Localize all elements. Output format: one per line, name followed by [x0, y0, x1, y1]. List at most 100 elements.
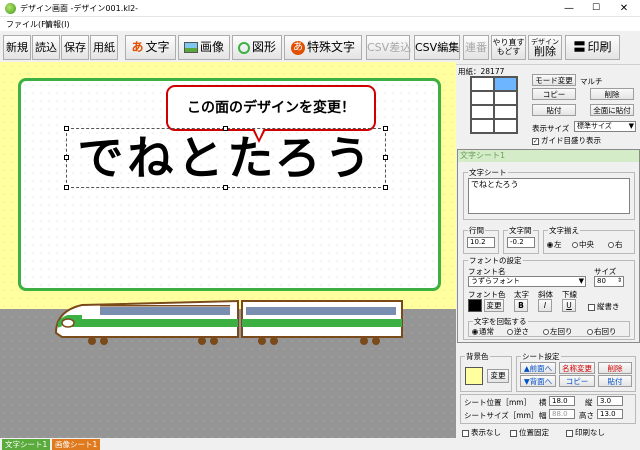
resize-handle[interactable] [383, 185, 388, 190]
tab-text-sheet-1[interactable]: 文字シート1 [2, 439, 51, 450]
no-print-checkbox[interactable]: 印刷なし [566, 427, 605, 438]
resize-handle[interactable] [64, 126, 69, 131]
undo-button[interactable]: もどす [492, 47, 525, 56]
csv-edit-button[interactable]: CSV編集 [414, 35, 460, 60]
font-name-select[interactable]: うずらフォント ▼ [468, 276, 586, 287]
height-input[interactable]: 13.0 [597, 409, 623, 419]
print-button[interactable]: 〓印刷 [565, 35, 620, 60]
close-button[interactable]: ✕ [610, 1, 638, 16]
redo-button[interactable]: やり直す [492, 38, 525, 47]
char-spacing-input[interactable]: -0.2 [507, 237, 535, 248]
pos-y-input[interactable]: 3.0 [597, 396, 623, 406]
layout-cell[interactable] [471, 91, 494, 105]
sheet-settings-label: シート設定 [521, 351, 561, 362]
layout-cell[interactable] [471, 119, 494, 133]
sheet-settings-group: シート設定 ▲前面へ ▼背面へ 名称変更 コピー 削除 貼付 [516, 351, 636, 392]
font-color-change-button[interactable]: 変更 [484, 299, 504, 312]
sheet-text[interactable]: でねとたろう [66, 130, 386, 186]
rotate-right-radio[interactable]: 右回り [587, 326, 617, 337]
chevron-down-icon: ▼ [628, 122, 634, 130]
menu-info[interactable]: 情報(I) [45, 19, 70, 30]
font-size-stepper[interactable]: 80 ⇕ [594, 276, 624, 287]
train-image[interactable] [52, 281, 404, 349]
rename-button[interactable]: 名称変更 [559, 362, 595, 374]
window-title: デザイン画面 -デザイン001.kl2- [20, 4, 139, 13]
add-text-label: 文字 [145, 40, 170, 54]
layout-cell-selected[interactable] [494, 77, 517, 91]
align-center-radio[interactable]: 中央 [572, 239, 594, 250]
layout-grid[interactable] [470, 76, 518, 134]
char-spacing-label: 文字間 [508, 225, 533, 236]
line-spacing-group: 行間 10.2 [463, 225, 499, 254]
hide-checkbox[interactable]: 表示なし [462, 427, 501, 438]
vertical-checkbox[interactable]: 縦書き [588, 301, 620, 312]
font-color-swatch[interactable] [468, 299, 482, 312]
layout-cell[interactable] [494, 105, 517, 119]
radio-off-icon [572, 242, 578, 248]
paste-button[interactable]: 貼付 [532, 104, 576, 116]
delete-design-label: 削除 [534, 45, 556, 58]
background-color-swatch[interactable] [465, 367, 483, 385]
pos-x-input[interactable]: 18.0 [549, 396, 575, 406]
tab-image-sheet-1[interactable]: 画像シート1 [52, 439, 101, 450]
layout-cell[interactable] [494, 91, 517, 105]
layout-cell[interactable] [471, 77, 494, 91]
background-color-change-button[interactable]: 変更 [487, 369, 509, 383]
add-shape-button[interactable]: 図形 [232, 35, 282, 60]
display-size-label: 表示サイズ [532, 124, 570, 133]
align-left-radio[interactable]: 左 [547, 239, 562, 250]
menu-file[interactable]: ファイル(F) [6, 19, 49, 30]
image-icon [183, 42, 198, 53]
sheet-paste-button[interactable]: 貼付 [598, 375, 632, 387]
mode-change-button[interactable]: モード変更 [532, 74, 576, 86]
layout-cell[interactable] [494, 119, 517, 133]
layout-cell[interactable] [471, 105, 494, 119]
align-right-label: 右 [615, 240, 623, 249]
send-back-button[interactable]: ▼背面へ [520, 375, 556, 387]
sheet-copy-button[interactable]: コピー [559, 375, 595, 387]
resize-handle[interactable] [64, 185, 69, 190]
resize-handle[interactable] [383, 155, 388, 160]
maximize-button[interactable]: ☐ [582, 1, 610, 16]
guide-checkbox[interactable]: ✓ ガイド目盛り表示 [532, 135, 601, 146]
rotate-left-radio[interactable]: 左回り [543, 326, 573, 337]
underline-button[interactable]: U [562, 299, 576, 312]
delete-button[interactable]: 削除 [590, 88, 634, 100]
resize-handle[interactable] [223, 185, 228, 190]
align-left-label: 左 [554, 240, 562, 249]
serial-number-button[interactable]: 連番 [463, 35, 489, 60]
align-right-radio[interactable]: 右 [608, 239, 623, 250]
save-button[interactable]: 保存 [61, 35, 89, 60]
add-image-button[interactable]: 画像 [178, 35, 230, 60]
paper-button[interactable]: 用紙 [90, 35, 118, 60]
display-size-select[interactable]: 標準サイズ ▼ [574, 121, 636, 132]
resize-handle[interactable] [64, 155, 69, 160]
italic-button[interactable]: I [538, 299, 552, 312]
delete-design-button[interactable]: デザイン 削除 [528, 35, 562, 60]
text-sheet-input[interactable]: でねとたろう [468, 178, 630, 214]
pos-y-label: 縦 [585, 398, 593, 407]
toolbar: 新規 読込 保存 用紙 あ文字 画像 図形 あ特殊文字 CSV差込 CSV編集 … [0, 31, 640, 65]
csv-import-button[interactable]: CSV差込 [366, 35, 411, 60]
rotate-reverse-radio[interactable]: 逆さ [507, 326, 529, 337]
rotate-normal-radio[interactable]: 通常 [472, 326, 494, 337]
sheet-delete-button[interactable]: 削除 [598, 362, 632, 374]
fix-position-checkbox[interactable]: 位置固定 [510, 427, 549, 438]
bring-front-button[interactable]: ▲前面へ [520, 362, 556, 374]
line-spacing-input[interactable]: 10.2 [467, 237, 495, 248]
text-icon: あ [131, 40, 144, 54]
load-button[interactable]: 読込 [32, 35, 60, 60]
resize-handle[interactable] [223, 126, 228, 131]
special-char-button[interactable]: あ特殊文字 [284, 35, 362, 60]
minimize-button[interactable]: — [555, 1, 583, 16]
new-button[interactable]: 新規 [3, 35, 31, 60]
resize-handle[interactable] [383, 126, 388, 131]
width-input[interactable]: 88.0 [549, 409, 575, 419]
add-text-button[interactable]: あ文字 [125, 35, 176, 60]
fix-position-label: 位置固定 [519, 428, 549, 437]
bold-button[interactable]: B [514, 299, 528, 312]
copy-button[interactable]: コピー [532, 88, 576, 100]
callout-bubble: この面のデザインを変更！ [166, 85, 376, 131]
paste-all-button[interactable]: 全面に貼付 [590, 104, 634, 116]
mode-value: マルチ [580, 77, 603, 86]
